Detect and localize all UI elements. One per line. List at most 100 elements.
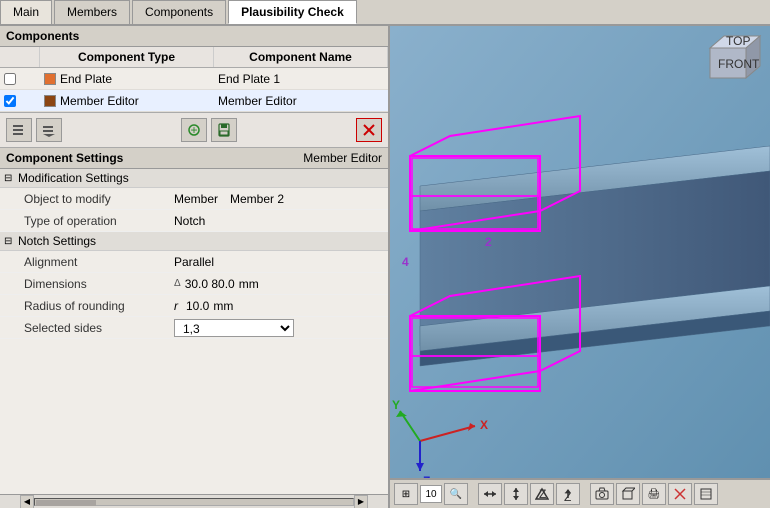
svg-text:X: X — [480, 418, 488, 432]
viewport-panel: 4 2 X Y Z — [390, 26, 770, 508]
prop-val-radius: 10.0 — [186, 299, 209, 313]
prop-val-member2: Member 2 — [230, 192, 284, 206]
col-header-type: Component Type — [40, 47, 214, 67]
scroll-track[interactable] — [34, 498, 354, 506]
tab-components[interactable]: Components — [132, 0, 226, 24]
svg-text:TOP: TOP — [726, 34, 750, 48]
prop-alignment: Alignment Parallel — [0, 251, 388, 273]
row1-type: End Plate — [40, 70, 214, 88]
table-header: Component Type Component Name — [0, 47, 388, 68]
tab-plausibility[interactable]: Plausibility Check — [228, 0, 357, 24]
prop-value: Parallel — [170, 253, 388, 271]
notch-settings-group: ⊟ Notch Settings Alignment Parallel Dime… — [0, 232, 388, 339]
row1-check-cell — [0, 73, 40, 85]
move-right-button[interactable] — [36, 118, 62, 142]
prop-val-dimensions: 30.0 80.0 — [185, 277, 235, 291]
radius-prefix: r — [174, 299, 178, 313]
row1-color — [44, 73, 56, 85]
tab-bar: Main Members Components Plausibility Che… — [0, 0, 770, 26]
num4-label: 4 — [402, 255, 409, 269]
delta-icon: Δ — [174, 278, 181, 289]
components-section-header: Components — [0, 26, 388, 47]
settings-panel: Component Settings Member Editor ⊟ Modif… — [0, 148, 388, 494]
move-left-button[interactable] — [6, 118, 32, 142]
camera-button[interactable] — [590, 483, 614, 505]
grid-button[interactable]: ⊞ — [394, 483, 418, 505]
svg-text:FRONT: FRONT — [718, 57, 760, 71]
prop-val-parallel: Parallel — [174, 255, 214, 269]
row2-color — [44, 95, 56, 107]
expand-icon2: ⊟ — [4, 236, 18, 247]
row2-type-label: Member Editor — [60, 94, 139, 108]
row1-name: End Plate 1 — [214, 70, 388, 88]
settings-context: Member Editor — [303, 151, 382, 165]
prop-value: Notch — [170, 212, 388, 230]
prop-label: Selected sides — [20, 319, 170, 337]
notch-group-header[interactable]: ⊟ Notch Settings — [0, 232, 388, 251]
zoom-number: 10 — [420, 485, 442, 503]
row2-check-cell — [0, 95, 40, 107]
tab-members[interactable]: Members — [54, 0, 130, 24]
prop-val-mm1: mm — [239, 277, 259, 291]
prop-label: Radius of rounding — [20, 297, 170, 315]
svg-text:Y: Y — [392, 398, 400, 412]
up-button[interactable]: Z — [530, 483, 554, 505]
add-button[interactable]: + — [181, 118, 207, 142]
main-layout: Components Component Type Component Name… — [0, 26, 770, 508]
prop-val-mm2: mm — [213, 299, 233, 313]
prop-label: Type of operation — [20, 212, 170, 230]
zoom-button[interactable]: 🔍 — [444, 483, 468, 505]
tab-main[interactable]: Main — [0, 0, 52, 24]
row1-checkbox[interactable] — [4, 73, 16, 85]
left-panel: Components Component Type Component Name… — [0, 26, 390, 508]
scroll-thumb[interactable] — [36, 500, 96, 506]
prop-selected-sides: Selected sides 1,3 2,4 1 2 3 4 — [0, 317, 388, 339]
settings-title: Component Settings — [6, 151, 123, 165]
num2-label: 2 — [485, 235, 492, 249]
notch-group-label: Notch Settings — [18, 234, 96, 248]
prop-radius: Radius of rounding r 10.0 mm — [0, 295, 388, 317]
components-table: Component Type Component Name End Plate … — [0, 47, 388, 112]
row1-type-label: End Plate — [60, 72, 112, 86]
prop-object-to-modify: Object to modify Member Member 2 — [0, 188, 388, 210]
prop-value: r 10.0 mm — [170, 297, 388, 315]
settings-header: Component Settings Member Editor — [0, 148, 388, 169]
prop-val-notch: Notch — [174, 214, 205, 228]
prop-label: Dimensions — [20, 275, 170, 293]
settings-viewport-button[interactable] — [694, 483, 718, 505]
table-row[interactable]: End Plate End Plate 1 — [0, 68, 388, 90]
selected-sides-select[interactable]: 1,3 2,4 1 2 3 4 — [174, 319, 294, 337]
component-toolbar: + — [0, 112, 388, 148]
box-button[interactable] — [616, 483, 640, 505]
svg-text:Z: Z — [564, 490, 571, 501]
print-button[interactable]: 🖨 — [642, 483, 666, 505]
fit-vert-button[interactable] — [504, 483, 528, 505]
prop-value: Member Member 2 — [170, 190, 388, 208]
cancel-button[interactable] — [668, 483, 692, 505]
row2-checkbox[interactable] — [4, 95, 16, 107]
svg-text:Z: Z — [539, 487, 546, 501]
expand-icon: ⊟ — [4, 173, 18, 184]
prop-label: Object to modify — [20, 190, 170, 208]
save-button[interactable] — [211, 118, 237, 142]
modification-settings-group: ⊟ Modification Settings Object to modify… — [0, 169, 388, 232]
3d-scene: 4 2 X Y Z — [390, 26, 770, 478]
prop-type-operation: Type of operation Notch — [0, 210, 388, 232]
prop-value: Δ 30.0 80.0 mm — [170, 275, 388, 293]
row2-name: Member Editor — [214, 92, 388, 110]
row2-type: Member Editor — [40, 92, 214, 110]
3d-viewport[interactable]: 4 2 X Y Z — [390, 26, 770, 508]
delete-button[interactable] — [356, 118, 382, 142]
prop-label: Alignment — [20, 253, 170, 271]
svg-text:+: + — [190, 123, 197, 137]
modification-group-header[interactable]: ⊟ Modification Settings — [0, 169, 388, 188]
viewport-toolbar: ⊞ 10 🔍 Z Z — [390, 478, 770, 508]
col-header-name: Component Name — [214, 47, 388, 67]
prop-value[interactable]: 1,3 2,4 1 2 3 4 — [170, 317, 388, 339]
z-up-button[interactable]: Z — [556, 483, 580, 505]
table-row[interactable]: Member Editor Member Editor — [0, 90, 388, 112]
fit-horiz-button[interactable] — [478, 483, 502, 505]
prop-val-member: Member — [174, 192, 218, 206]
prop-dimensions: Dimensions Δ 30.0 80.0 mm — [0, 273, 388, 295]
modification-group-label: Modification Settings — [18, 171, 129, 185]
